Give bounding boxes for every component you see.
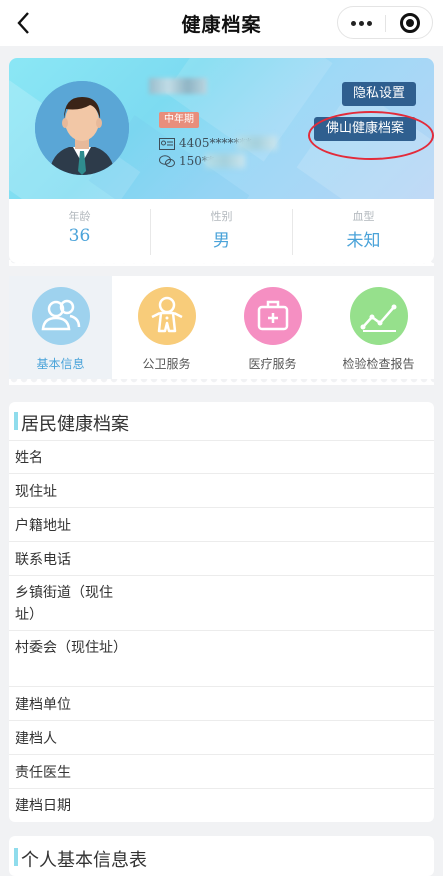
medical-kit-icon xyxy=(244,287,302,345)
title-accent-bar xyxy=(14,848,18,866)
field-row: 责任医生 xyxy=(9,756,434,789)
stat-label: 性别 xyxy=(210,210,233,223)
field-row: 村委会（现住址） xyxy=(9,632,434,687)
personal-basic-info-section: 个人基本信息表 xyxy=(9,836,434,876)
field-row: 户籍地址 xyxy=(9,509,434,542)
menu-label: 基本信息 xyxy=(36,357,85,371)
stat-value: 36 xyxy=(68,226,91,246)
chat-icon xyxy=(159,155,175,168)
privacy-settings-button[interactable]: 隐私设置 xyxy=(342,82,416,106)
field-row: 现住址 xyxy=(9,475,434,508)
stat-label: 年龄 xyxy=(68,210,91,223)
close-button[interactable] xyxy=(386,7,433,38)
field-label: 联系电话 xyxy=(15,552,71,568)
field-label: 乡镇街道（现住址） xyxy=(15,585,113,623)
resident-health-archive: 居民健康档案 姓名 现住址 户籍地址 联系电话 乡镇街道（现住址） 村委会（现住… xyxy=(9,402,434,822)
field-row: 联系电话 xyxy=(9,543,434,576)
avatar xyxy=(35,81,129,175)
more-button[interactable] xyxy=(338,7,385,38)
mini-program-capsule xyxy=(337,6,433,39)
section-title: 居民健康档案 xyxy=(21,414,129,435)
profile-banner: 中年期 4405******* 150** 隐私设置 佛山健康档案 xyxy=(9,58,434,199)
field-label: 现住址 xyxy=(15,484,57,500)
field-row: 乡镇街道（现住址） xyxy=(9,577,434,631)
person-avatar-icon xyxy=(35,81,129,175)
menu-basic-info[interactable]: 基本信息 xyxy=(9,276,112,379)
field-label: 责任医生 xyxy=(15,765,71,781)
menu-edge xyxy=(9,379,434,385)
menu-public-health[interactable]: 公卫服务 xyxy=(115,276,218,379)
section-title: 个人基本信息表 xyxy=(21,850,147,871)
title-accent-bar xyxy=(14,412,18,430)
masked-area xyxy=(237,136,277,150)
menu-lab-reports[interactable]: 检验检查报告 xyxy=(327,276,430,379)
masked-area xyxy=(205,154,245,168)
stat-value: 未知 xyxy=(346,231,381,251)
field-label: 建档人 xyxy=(15,731,57,747)
stat-label: 血型 xyxy=(352,210,375,223)
stat-gender: 性别 男 xyxy=(151,199,292,263)
navigation-bar: 健康档案 xyxy=(0,0,443,46)
field-row: 建档人 xyxy=(9,722,434,755)
profile-stats: 年龄 36 性别 男 血型 未知 xyxy=(9,199,434,263)
field-label: 户籍地址 xyxy=(15,518,71,534)
field-label: 村委会（现住址） xyxy=(15,640,127,656)
name-masked xyxy=(149,78,207,94)
menu-label: 医疗服务 xyxy=(248,357,297,371)
stat-value: 男 xyxy=(213,231,230,251)
life-stage-tag: 中年期 xyxy=(159,112,199,128)
menu-label: 检验检查报告 xyxy=(342,357,415,371)
stat-blood-type: 血型 未知 xyxy=(293,199,434,263)
card-edge xyxy=(9,260,434,266)
field-label: 建档日期 xyxy=(15,798,71,814)
profile-card: 中年期 4405******* 150** 隐私设置 佛山健康档案 年龄 36 xyxy=(9,58,434,263)
id-card-icon xyxy=(159,137,175,150)
field-row: 建档日期 xyxy=(9,790,434,822)
gingerbread-icon xyxy=(138,287,196,345)
section-header: 居民健康档案 xyxy=(9,402,434,441)
field-label: 姓名 xyxy=(15,450,43,466)
field-label: 建档单位 xyxy=(15,697,71,713)
service-menu: 基本信息 公卫服务 医疗服务 检验检查报告 xyxy=(9,276,434,379)
highlight-annotation xyxy=(308,111,434,160)
stat-age: 年龄 36 xyxy=(9,199,150,263)
field-row: 姓名 xyxy=(9,441,434,474)
chart-line-icon xyxy=(350,287,408,345)
menu-medical-service[interactable]: 医疗服务 xyxy=(221,276,324,379)
menu-label: 公卫服务 xyxy=(142,357,191,371)
users-icon xyxy=(32,287,90,345)
field-row: 建档单位 xyxy=(9,688,434,721)
